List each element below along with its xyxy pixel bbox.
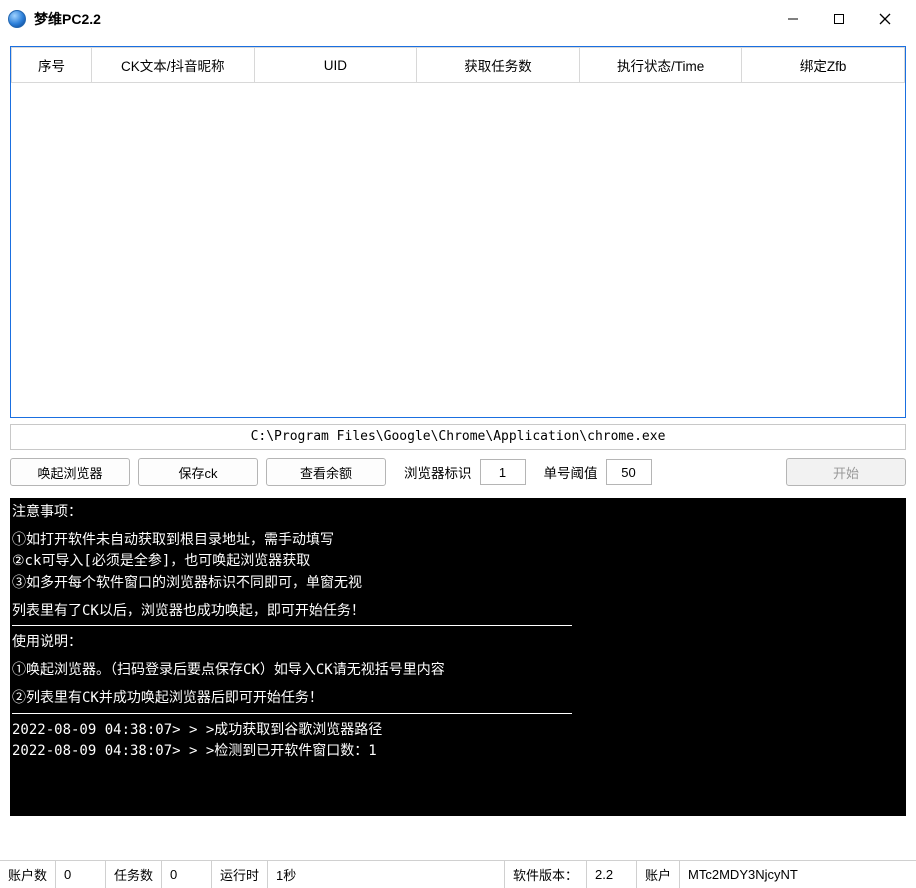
log-line: 2022-08-09 04:38:07> > >检测到已开软件窗口数：1 [12, 741, 904, 763]
maximize-button[interactable] [816, 4, 862, 34]
browser-id-input[interactable] [480, 459, 526, 485]
log-line: ①如打开软件未自动获取到根目录地址，需手动填写 [12, 530, 904, 552]
titlebar: 梦维PC2.2 [0, 0, 916, 38]
col-zfb[interactable]: 绑定Zfb [742, 48, 905, 83]
col-tasks[interactable]: 获取任务数 [417, 48, 580, 83]
sb-version-label: 软件版本： [505, 861, 587, 888]
data-table[interactable]: 序号 CK文本/抖音昵称 UID 获取任务数 执行状态/Time 绑定Zfb [10, 46, 906, 418]
minimize-button[interactable] [770, 4, 816, 34]
window-controls [770, 4, 908, 34]
log-line: ③如多开每个软件窗口的浏览器标识不同即可，单窗无视 [12, 573, 904, 595]
separator [12, 713, 572, 714]
log-line: ②列表里有CK并成功唤起浏览器后即可开始任务！ [12, 688, 904, 710]
log-line: 使用说明： [12, 632, 904, 654]
toolbar: 唤起浏览器 保存ck 查看余额 浏览器标识 单号阈值 开始 [10, 456, 906, 492]
col-index[interactable]: 序号 [12, 48, 92, 83]
separator [12, 625, 572, 626]
launch-browser-button[interactable]: 唤起浏览器 [10, 458, 130, 486]
log-line: 列表里有了CK以后，浏览器也成功唤起，即可开始任务！ [12, 601, 904, 623]
single-threshold-input[interactable] [606, 459, 652, 485]
col-status[interactable]: 执行状态/Time [579, 48, 742, 83]
sb-accounts-label: 账户数 [0, 861, 56, 888]
single-threshold-label: 单号阈值 [544, 462, 598, 482]
sb-tasks-label: 任务数 [106, 861, 162, 888]
app-icon [8, 10, 26, 28]
close-button[interactable] [862, 4, 908, 34]
sb-account-value: MTc2MDY3NjcyNT [680, 861, 916, 888]
start-button[interactable]: 开始 [786, 458, 906, 486]
log-line: 注意事项： [12, 502, 904, 524]
sb-account-label: 账户 [637, 861, 680, 888]
sb-tasks-value: 0 [162, 861, 212, 888]
col-ck[interactable]: CK文本/抖音昵称 [92, 48, 255, 83]
app-title: 梦维PC2.2 [34, 9, 101, 29]
sb-accounts-value: 0 [56, 861, 106, 888]
browser-id-label: 浏览器标识 [404, 462, 472, 482]
log-line: 2022-08-09 04:38:07> > >成功获取到谷歌浏览器路径 [12, 720, 904, 742]
table-header-row: 序号 CK文本/抖音昵称 UID 获取任务数 执行状态/Time 绑定Zfb [12, 48, 905, 83]
col-uid[interactable]: UID [254, 48, 417, 83]
check-balance-button[interactable]: 查看余额 [266, 458, 386, 486]
status-bar: 账户数 0 任务数 0 运行时 1秒 软件版本： 2.2 账户 MTc2MDY3… [0, 860, 916, 888]
sb-version-value: 2.2 [587, 861, 637, 888]
log-console[interactable]: 注意事项： ①如打开软件未自动获取到根目录地址，需手动填写 ②ck可导入[必须是… [10, 498, 906, 816]
sb-runtime-label: 运行时 [212, 861, 268, 888]
chrome-path-field[interactable]: C:\Program Files\Google\Chrome\Applicati… [10, 424, 906, 450]
sb-runtime-value: 1秒 [268, 861, 505, 888]
save-ck-button[interactable]: 保存ck [138, 458, 258, 486]
log-line: ①唤起浏览器。（扫码登录后要点保存CK）如导入CK请无视括号里内容 [12, 660, 904, 682]
log-line: ②ck可导入[必须是全参]，也可唤起浏览器获取 [12, 551, 904, 573]
